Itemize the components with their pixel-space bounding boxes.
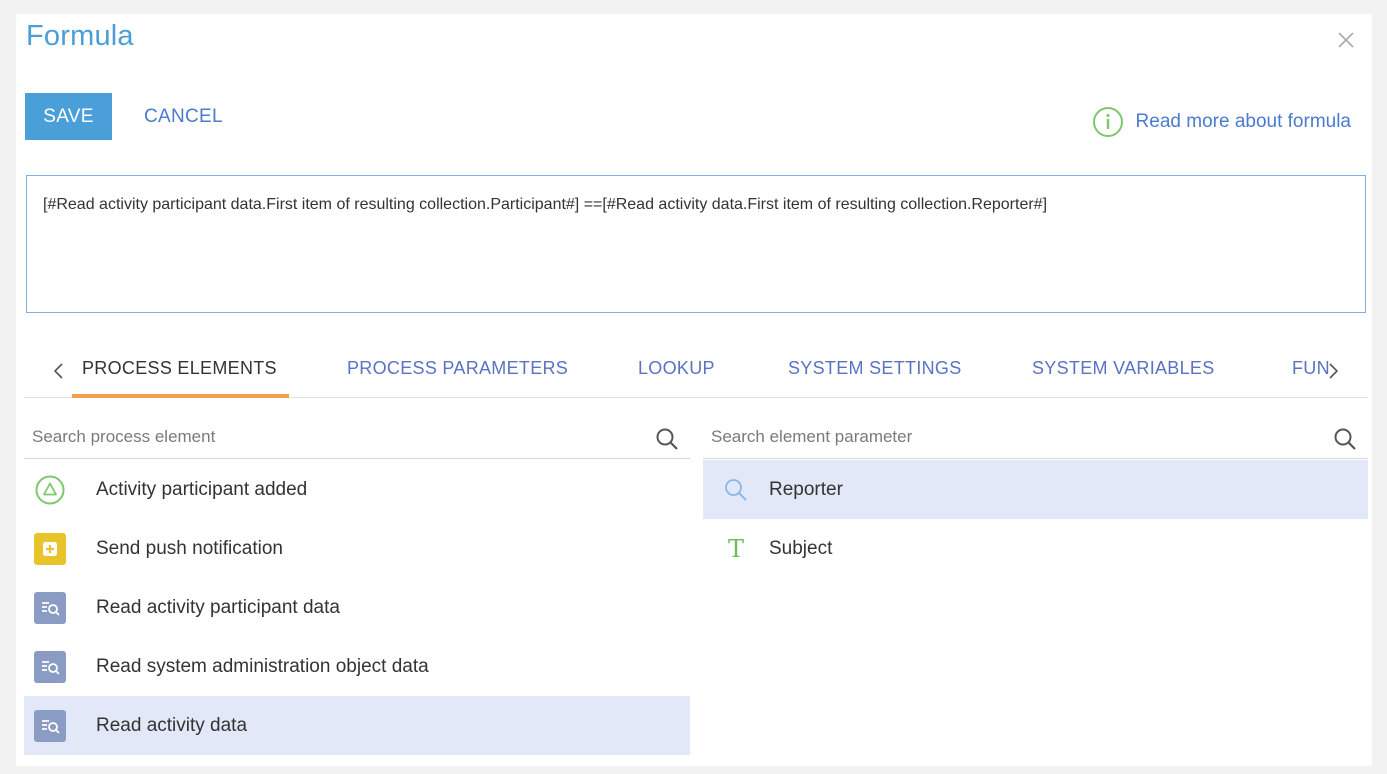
dialog-title: Formula (26, 20, 134, 52)
tab-lookup[interactable]: LOOKUP (638, 358, 715, 379)
list-item[interactable]: Reporter (703, 460, 1368, 519)
process-element-search (24, 416, 690, 459)
read-more-label: Read more about formula (1135, 111, 1351, 132)
list-item[interactable]: Read system administration object data (24, 637, 690, 696)
list-item-label: Send push notification (96, 537, 283, 559)
tab-system-variables[interactable]: SYSTEM VARIABLES (1032, 358, 1215, 379)
active-tab-indicator (72, 394, 289, 398)
tab-process-elements[interactable]: PROCESS ELEMENTS (82, 358, 277, 379)
formula-dialog: Formula SAVE CANCEL Read more about form… (16, 14, 1372, 766)
list-item-label: Read activity data (96, 714, 248, 736)
list-item-label: Subject (769, 537, 833, 559)
svg-text:T: T (728, 536, 744, 562)
formula-editor[interactable]: [#Read activity participant data.First i… (26, 175, 1366, 313)
info-icon (1092, 107, 1123, 137)
cancel-button[interactable]: CANCEL (132, 93, 235, 140)
tab-scroll-right-icon[interactable] (1324, 360, 1342, 382)
tab-scroll-left-icon[interactable] (50, 360, 68, 382)
tab-system-settings[interactable]: SYSTEM SETTINGS (788, 358, 962, 379)
text-type-icon: T (728, 536, 744, 562)
push-notification-icon (34, 532, 66, 565)
read-data-icon (34, 591, 66, 624)
list-item-label: Activity participant added (96, 478, 308, 500)
list-item-label: Reporter (769, 478, 843, 500)
save-button[interactable]: SAVE (25, 93, 112, 140)
list-item-label: Read activity participant data (96, 596, 340, 618)
search-icon[interactable] (654, 426, 680, 452)
list-item[interactable]: Activity participant added (24, 460, 690, 519)
list-item[interactable]: Read activity data (24, 696, 690, 755)
list-item-label: Read system administration object data (96, 655, 429, 677)
process-element-search-input[interactable] (24, 416, 690, 458)
tab-process-parameters[interactable]: PROCESS PARAMETERS (347, 358, 568, 379)
element-parameter-search-input[interactable] (703, 416, 1368, 458)
start-signal-icon (35, 475, 65, 504)
read-data-icon (34, 650, 66, 683)
search-icon[interactable] (1332, 426, 1358, 452)
list-item[interactable]: T Subject (703, 519, 1368, 578)
list-item[interactable]: Send push notification (24, 519, 690, 578)
tab-bar: PROCESS ELEMENTS PROCESS PARAMETERS LOOK… (24, 348, 1368, 398)
element-parameters-list: Reporter T Subject (703, 460, 1368, 578)
process-elements-list: Activity participant added Send push not… (24, 460, 690, 755)
read-more-link[interactable]: Read more about formula (1092, 106, 1351, 138)
list-item[interactable]: Read activity participant data (24, 578, 690, 637)
read-data-icon (34, 709, 66, 742)
close-icon[interactable] (1334, 28, 1358, 52)
element-parameter-search (703, 416, 1368, 459)
lookup-icon (725, 478, 747, 501)
